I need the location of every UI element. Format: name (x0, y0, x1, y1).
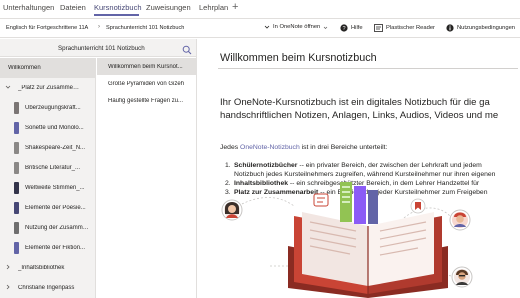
add-tab-icon[interactable]: + (232, 1, 238, 13)
tab-unterhaltungen[interactable]: Unterhaltungen (3, 3, 54, 12)
page-label: Willkommen beim Kursnot... (108, 63, 183, 70)
areas-prefix: Jedes (220, 144, 241, 151)
breadcrumb-separator: › (98, 24, 100, 30)
section-color-tab (14, 242, 19, 254)
tag-icon (313, 193, 329, 207)
section-elemente-poesie[interactable]: Elemente der Poesie... (0, 198, 96, 218)
page-item-faq[interactable]: Häufig gestellte Fragen zu... (97, 92, 196, 109)
section-label: Elemente der Poesie... (25, 205, 86, 211)
page-list: Willkommen beim Kursnot... Große Pyramid… (97, 58, 196, 298)
page-title[interactable]: Willkommen beim Kursnotizbuch (220, 52, 377, 64)
title-divider (218, 68, 518, 69)
section-label: Sonette und Monolo... (25, 125, 84, 131)
section-group-label: _Platz zur Zusammena... (18, 85, 82, 91)
section-color-tab (14, 162, 19, 174)
onenote-notebook-link[interactable]: OneNote-Notizbuch (240, 144, 300, 151)
help-button[interactable]: ? Hilfe (340, 24, 363, 32)
tab-kursnotizbuch[interactable]: Kursnotizbuch (94, 3, 142, 12)
open-in-onenote-button[interactable]: In OneNote öffnen (264, 24, 328, 30)
section-label: Britische Literatur_... (25, 165, 81, 171)
help-label: Hilfe (351, 25, 363, 31)
section-color-tab (14, 182, 19, 194)
svg-text:?: ? (342, 26, 345, 32)
section-list: Willkommen _Platz zur Zusammena... Überz… (0, 58, 96, 298)
student-avatar-left (221, 199, 243, 221)
notebook-navigation: Sprachunterricht 101 Notizbuch Willkomme… (0, 39, 197, 298)
page-canvas[interactable]: Willkommen beim Kursnotizbuch Ihr OneNot… (198, 39, 520, 298)
page-item-pyramiden[interactable]: Große Pyramiden von Gizeh (97, 75, 196, 92)
page-label: Häufig gestellte Fragen zu... (108, 97, 184, 104)
section-label: Elemente der Fiktion... (25, 245, 86, 251)
section-group-student[interactable]: Christiane Ingenpass (0, 278, 96, 298)
terms-label: Nutzungsbedingungen (457, 25, 516, 31)
active-tab-indicator (94, 14, 139, 16)
open-in-onenote-label: In OneNote öffnen (273, 24, 321, 30)
section-sonette[interactable]: Sonette und Monolo... (0, 118, 96, 138)
intro-line: Ihr OneNote-Kursnotizbuch ist ein digita… (220, 97, 490, 108)
section-elemente-fiktion[interactable]: Elemente der Fiktion... (0, 238, 96, 258)
help-icon: ? (340, 24, 348, 32)
info-icon (446, 24, 454, 32)
section-label: Nutzung der Zusamme... (25, 225, 89, 231)
notebook-illustration (221, 182, 473, 298)
notebook-toolbar: Englisch für Fortgeschrittene 11A › Spra… (0, 18, 520, 38)
section-tabs-icon (340, 182, 378, 224)
section-ueberzeugungskraft[interactable]: Überzeugungskraft... (0, 98, 96, 118)
open-book-icon (288, 212, 448, 298)
chevron-down-icon (5, 84, 11, 92)
tab-lehrplan[interactable]: Lehrplan (199, 3, 228, 12)
app-tabs: Unterhaltungen Dateien Kursnotizbuch Zuw… (0, 0, 520, 16)
section-group-inhaltsbibliothek[interactable]: _Inhaltsbibliothek (0, 258, 96, 278)
tab-dateien[interactable]: Dateien (60, 3, 86, 12)
section-label: Weltweite Stimmen_... (25, 185, 85, 191)
student-avatar-right-bottom (451, 266, 473, 288)
student-avatar-right-top (449, 209, 471, 231)
section-nutzung-zusammenarbeit[interactable]: Nutzung der Zusamme... (0, 218, 96, 238)
section-color-tab (14, 202, 19, 214)
bookmark-icon (410, 198, 426, 214)
section-color-tab (14, 142, 19, 154)
breadcrumb-notebook[interactable]: Sprachunterricht 101 Notizbuch (106, 25, 184, 31)
notebook-header: Sprachunterricht 101 Notizbuch (0, 39, 196, 57)
section-color-tab (14, 102, 19, 114)
section-label: Shakespeare-Zeit_N... (25, 145, 86, 151)
section-shakespeare[interactable]: Shakespeare-Zeit_N... (0, 138, 96, 158)
chevron-right-icon (5, 264, 11, 272)
section-color-tab (14, 222, 19, 234)
tab-zuweisungen[interactable]: Zuweisungen (146, 3, 191, 12)
immersive-reader-icon (374, 24, 383, 32)
terms-button[interactable]: Nutzungsbedingungen (446, 24, 515, 32)
intro-line: handschriftlichen Notizen, Anlagen, Link… (220, 110, 499, 121)
notebook-title[interactable]: Sprachunterricht 101 Notizbuch (58, 45, 145, 52)
section-label: Überzeugungskraft... (25, 105, 81, 111)
list-item-text: -- ein privater Bereich, der zwischen de… (297, 162, 482, 169)
dropdown-caret-icon (323, 25, 328, 30)
breadcrumb-class[interactable]: Englisch für Fortgeschrittene 11A (6, 25, 88, 31)
chevron-down-icon (264, 24, 270, 30)
immersive-reader-label: Plastischer Reader (386, 25, 435, 31)
areas-suffix: ist in drei Bereiche unterteilt: (299, 144, 388, 151)
section-britische-literatur[interactable]: Britische Literatur_... (0, 158, 96, 178)
intro-paragraph[interactable]: Ihr OneNote-Kursnotizbuch ist ein digita… (220, 96, 520, 122)
page-item-willkommen[interactable]: Willkommen beim Kursnot... (97, 58, 196, 75)
section-group-label: Christiane Ingenpass (18, 285, 75, 291)
immersive-reader-button[interactable]: Plastischer Reader (374, 24, 435, 32)
section-weltweite-stimmen[interactable]: Weltweite Stimmen_... (0, 178, 96, 198)
areas-intro: Jedes OneNote-Notizbuch ist in drei Bere… (220, 144, 387, 151)
page-label: Große Pyramiden von Gizeh (108, 80, 185, 87)
list-item: 1. Schülernotizbücher -- ein privater Ber… (225, 162, 482, 169)
section-willkommen[interactable]: Willkommen (0, 58, 96, 78)
list-item-title: Schülernotizbücher (234, 162, 298, 169)
chevron-right-icon (5, 284, 11, 292)
section-group-platz[interactable]: _Platz zur Zusammena... (0, 78, 96, 98)
section-group-label: _Inhaltsbibliothek (18, 265, 65, 271)
section-label: Willkommen (8, 65, 41, 71)
section-color-tab (14, 122, 19, 134)
